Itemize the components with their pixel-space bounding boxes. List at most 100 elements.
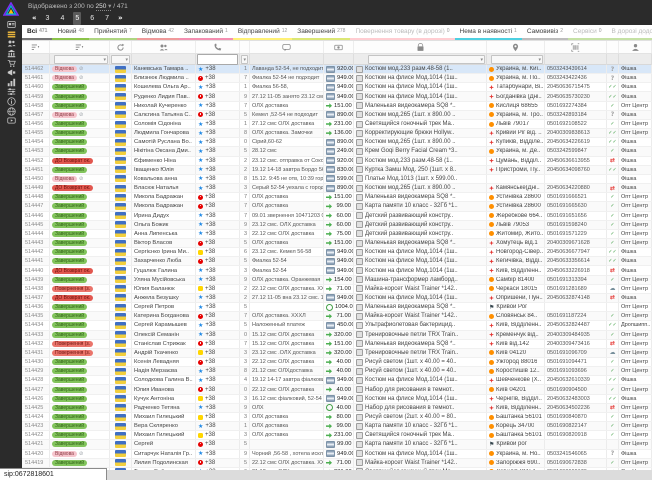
order-row-514428[interactable]: 514428ЗавершенийСолодкова Галина В..★+38… [22, 376, 652, 385]
last-page-button[interactable]: » [118, 12, 123, 25]
tracking-number[interactable]: 20450634502236 [545, 404, 607, 412]
sidebar-item-orders[interactable] [0, 30, 22, 40]
tracking-number[interactable]: 0501691665630 [545, 202, 607, 210]
tracking-number[interactable]: 20450634098760 [545, 166, 607, 174]
customer-phone[interactable]: ★+38 [196, 65, 240, 73]
column-header-product[interactable] [354, 41, 487, 53]
tracking-number[interactable]: 20450633226918 [545, 266, 607, 274]
order-row-514448[interactable]: 514448ЗавершенийМикола Бадражан+387ОЛХ д… [22, 193, 652, 202]
tab-Самовивіз[interactable]: Самовивіз2 [522, 25, 568, 40]
order-row-514455[interactable]: 514455ЗавершенийЛюдмила Гончарова★+388ОЛ… [22, 129, 652, 138]
order-row-514433[interactable]: 514433ЗавершенийОлексій Семанін★+38015.1… [22, 331, 652, 340]
order-row-514440[interactable]: 514440ДО Возврат ок.Гуцалюк Галина★+383Ф… [22, 266, 652, 275]
tracking-number[interactable]: 0501691096709 [545, 349, 607, 357]
tracking-number[interactable]: 0501691093696 [545, 367, 607, 375]
order-row-514460[interactable]: 514460ЗавершенийКошелева Ольга Ар..★+381… [22, 83, 652, 92]
order-row-514445[interactable]: 514445ЗавершенийОльга Божик★+38923.12 см… [22, 221, 652, 230]
order-row-514425[interactable]: 514425ЗавершенийРадченко Тетяна★+389ОЛХ4… [22, 404, 652, 413]
page-7[interactable]: 7 [103, 12, 111, 25]
tracking-number[interactable]: 0501691651656 [545, 212, 607, 220]
order-row-514451[interactable]: 514451ЗавершенийІващенко Юлія★+38219.12 … [22, 166, 652, 175]
column-header-status[interactable] [50, 41, 110, 53]
order-row-514459[interactable]: 514459ЗавершенийРуденко Лидия Пав..+3892… [22, 92, 652, 101]
order-row-514423[interactable]: 514423ЗавершенийВера Скляренко★+381ОЛХ д… [22, 422, 652, 431]
customer-phone[interactable]: +38 [196, 111, 240, 119]
order-row-514452[interactable]: 514452ДО Возврат ок.Єфименко Ніна★+38223… [22, 157, 652, 166]
order-row-514437[interactable]: 514437ДО Возврат ок.Анжела Безушку★+3822… [22, 294, 652, 303]
tab-Відмова[interactable]: Відмова42 [137, 25, 179, 40]
first-page-button[interactable]: « [32, 12, 37, 25]
customer-phone[interactable]: ★+38 [196, 147, 240, 155]
order-row-514449[interactable]: 514449ДО Возврат ок.Власюк Наталья★+383С… [22, 184, 652, 193]
tracking-number[interactable]: 0503241546065 [545, 450, 607, 458]
tab-Завершений[interactable]: Завершений278 [292, 25, 350, 40]
customer-phone[interactable]: ★+38 [196, 230, 240, 238]
tracking-number[interactable]: 0501692274384 [545, 102, 607, 110]
tracking-number[interactable]: 0501690840870 [545, 413, 607, 421]
column-header-client[interactable] [619, 41, 652, 53]
customer-phone[interactable]: +38 [196, 385, 240, 393]
tracking-number[interactable]: 20450636677947 [545, 248, 607, 256]
order-row-514427[interactable]: 514427ЗавершенийЮлия Иванова+38022.12 см… [22, 385, 652, 394]
customer-phone[interactable]: +38 [196, 349, 240, 357]
column-header-calls[interactable] [240, 41, 250, 53]
customer-phone[interactable]: ★+38 [196, 321, 240, 329]
order-row-514421[interactable]: 514421ЗавершенийСергей+38599.00Карта пам… [22, 440, 652, 449]
order-row-514456[interactable]: 514456ЗавершенийСоломія Сідоніна★+38127.… [22, 120, 652, 129]
tracking-number[interactable]: 20400309838613 [545, 129, 607, 137]
tab-Повернення товару (в дорозі)[interactable]: Повернення товару (в дорозі)0 [350, 25, 454, 40]
tab-Запакований[interactable]: Запакований1 [179, 25, 233, 40]
order-row-514457[interactable]: 514457Відмова⊘Салєгина Татьяна С..+385Ке… [22, 111, 652, 120]
tracking-number[interactable]: 0501691094471 [545, 358, 607, 366]
tab-Відправлений[interactable]: Відправлений12 [233, 25, 292, 40]
tracking-number[interactable]: 0501691281689 [545, 285, 607, 293]
filter-dropdown-address[interactable]: ▾ [491, 55, 543, 64]
column-header-tracking[interactable] [545, 41, 607, 53]
column-header-id[interactable] [22, 41, 50, 53]
sidebar-item-video[interactable] [0, 116, 22, 126]
column-header-phone[interactable] [196, 41, 240, 53]
order-row-514420[interactable]: 514420Відмова⊘Ситарчук Наталія Гр..★+389… [22, 450, 652, 459]
customer-phone[interactable]: ★+38 [196, 221, 240, 229]
sidebar-item-info[interactable] [0, 97, 22, 107]
customer-phone[interactable]: ★+38 [196, 102, 240, 110]
sidebar-item-statistics[interactable] [0, 78, 22, 88]
customer-phone[interactable]: ★+38 [196, 83, 240, 91]
order-row-514419[interactable]: 514419ЗавершенийЛилия Подолинская+38522.… [22, 459, 652, 468]
tracking-number[interactable]: 0501690820918 [545, 431, 607, 439]
customer-phone[interactable]: +38 [196, 239, 240, 247]
customer-phone[interactable]: ★+38 [196, 294, 240, 302]
customer-phone[interactable]: ★+38 [196, 266, 240, 274]
tracking-number[interactable]: 20450632874148 [545, 294, 607, 302]
page-3[interactable]: 3 [44, 12, 52, 25]
tracking-number[interactable]: 0503243439614 [545, 65, 607, 73]
tracking-number[interactable]: 0501691666521 [545, 193, 607, 201]
customer-phone[interactable]: +38 [196, 248, 240, 256]
order-row-514430[interactable]: 514430ЗавершенийКсенія Левадняя+38322.12… [22, 358, 652, 367]
tracking-number[interactable]: 20450636715475 [545, 83, 607, 91]
column-header-customer[interactable] [132, 41, 196, 53]
tracking-number[interactable]: 20450632824487 [545, 321, 607, 329]
customer-phone[interactable]: +38 [196, 285, 240, 293]
tracking-number[interactable]: 0501690672838 [545, 459, 607, 467]
column-header-track-status[interactable] [607, 41, 619, 53]
order-row-514461[interactable]: 514461Відмова⊘Близнюк Людмила ..+387Фиал… [22, 74, 652, 83]
column-header-address[interactable] [487, 41, 545, 53]
order-row-514458[interactable]: 514458ЗавершенийНиколай Кучеренко★+387ОЛ… [22, 102, 652, 111]
customer-phone[interactable]: ★+38 [196, 175, 240, 183]
tracking-number[interactable]: 20450636613955 [545, 157, 607, 165]
order-row-514436[interactable]: 514436ЗавершенийСергей Петров★+3851004.0… [22, 303, 652, 312]
tracking-number[interactable]: 20450632483003 [545, 395, 607, 403]
tab-Новий[interactable]: Новий48 [52, 25, 89, 40]
tracking-number[interactable]: 20450634220880 [545, 184, 607, 192]
customer-phone[interactable]: ★+38 [196, 212, 240, 220]
tracking-number[interactable] [545, 440, 607, 448]
column-header-country[interactable] [110, 41, 132, 53]
filter-dropdown-country[interactable]: ▾ [111, 55, 130, 64]
customer-phone[interactable]: ★+38 [196, 367, 240, 375]
customer-phone[interactable]: ★+38 [196, 166, 240, 174]
column-header-comment[interactable] [250, 41, 324, 53]
order-row-514426[interactable]: 514426ЗавершенийКучук Антоніна+38316.12 … [22, 395, 652, 404]
sidebar-item-warehouse[interactable] [0, 49, 22, 59]
customer-phone[interactable]: +38 [196, 431, 240, 439]
